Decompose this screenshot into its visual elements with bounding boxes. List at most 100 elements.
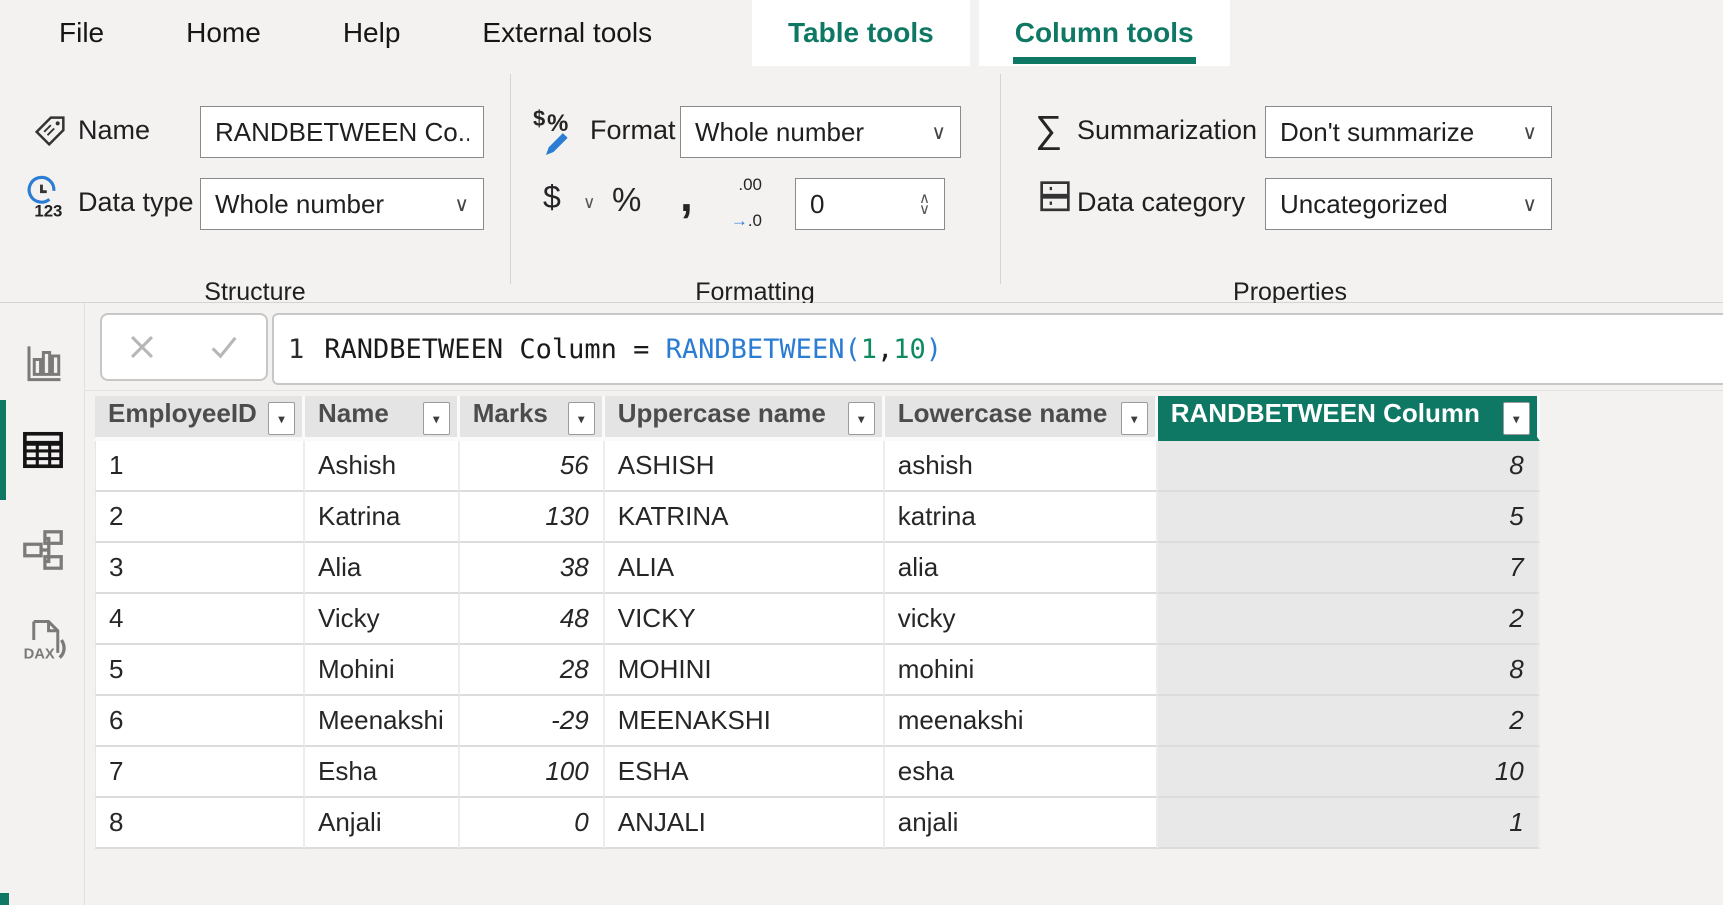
spinner-down-icon[interactable]: ∨: [919, 204, 930, 215]
format-select[interactable]: Whole number ∨: [680, 106, 961, 158]
cell-lowercase-name[interactable]: ashish: [885, 441, 1158, 492]
cell-lowercase-name[interactable]: katrina: [885, 492, 1158, 543]
cell-marks[interactable]: -29: [460, 696, 605, 747]
formula-segment: ,: [877, 334, 893, 365]
column-header-marks[interactable]: Marks ▾: [460, 396, 605, 441]
cell-marks[interactable]: 28: [460, 645, 605, 696]
data-type-value: Whole number: [215, 189, 384, 220]
cell-lowercase-name[interactable]: esha: [885, 747, 1158, 798]
format-icon: $ %: [533, 112, 579, 160]
cell-lowercase-name[interactable]: anjali: [885, 798, 1158, 849]
chevron-down-icon: ∨: [446, 192, 469, 217]
cell-marks[interactable]: 38: [460, 543, 605, 594]
cell-uppercase-name[interactable]: MOHINI: [605, 645, 885, 696]
formula-input[interactable]: 1 RANDBETWEEN Column = RANDBETWEEN(1,10): [272, 313, 1723, 385]
chevron-down-icon: ∨: [1514, 120, 1537, 145]
data-category-icon: [1035, 176, 1075, 216]
data-view-button[interactable]: [0, 400, 85, 500]
cell-uppercase-name[interactable]: ASHISH: [605, 441, 885, 492]
cell-uppercase-name[interactable]: MEENAKSHI: [605, 696, 885, 747]
cell-employeeid[interactable]: 5: [95, 645, 305, 696]
cell-uppercase-name[interactable]: ESHA: [605, 747, 885, 798]
name-label: Name: [78, 115, 150, 146]
column-header-employeeid[interactable]: EmployeeID▾: [95, 396, 305, 441]
cell-uppercase-name[interactable]: ANJALI: [605, 798, 885, 849]
cancel-formula-icon[interactable]: [125, 330, 159, 364]
column-name-input[interactable]: [200, 106, 484, 158]
table-row: 4Vicky48VICKYvicky2: [95, 594, 1540, 645]
column-header-randbetween-column[interactable]: RANDBETWEEN Column▾: [1158, 396, 1540, 441]
cell-name[interactable]: Katrina: [305, 492, 460, 543]
cell-name[interactable]: Mohini: [305, 645, 460, 696]
cell-randbetween-column[interactable]: 10: [1158, 747, 1540, 798]
data-category-select[interactable]: Uncategorized ∨: [1265, 178, 1552, 230]
cell-randbetween-column[interactable]: 8: [1158, 645, 1540, 696]
column-header-label: Marks: [473, 398, 548, 429]
cell-marks[interactable]: 56: [460, 441, 605, 492]
cell-randbetween-column[interactable]: 8: [1158, 441, 1540, 492]
commit-formula-icon[interactable]: [205, 330, 243, 364]
cell-name[interactable]: Anjali: [305, 798, 460, 849]
menu-item-home[interactable]: Home: [145, 17, 302, 49]
cell-randbetween-column[interactable]: 7: [1158, 543, 1540, 594]
cell-employeeid[interactable]: 6: [95, 696, 305, 747]
cell-marks[interactable]: 0: [460, 798, 605, 849]
cell-employeeid[interactable]: 4: [95, 594, 305, 645]
cell-uppercase-name[interactable]: KATRINA: [605, 492, 885, 543]
cell-marks[interactable]: 48: [460, 594, 605, 645]
cell-lowercase-name[interactable]: alia: [885, 543, 1158, 594]
cell-employeeid[interactable]: 1: [95, 441, 305, 492]
decimal-places-icon[interactable]: .00 →.0: [712, 179, 764, 229]
ribbon-divider: [510, 74, 511, 284]
chevron-down-icon: ∨: [1514, 192, 1537, 217]
cell-randbetween-column[interactable]: 2: [1158, 594, 1540, 645]
ribbon: Name 123 Data type Whole number ∨ Struct…: [0, 66, 1723, 303]
column-name-value[interactable]: [215, 117, 469, 148]
cell-randbetween-column[interactable]: 1: [1158, 798, 1540, 849]
decimal-places-spinner[interactable]: 0 ∧ ∨: [795, 178, 945, 230]
cell-employeeid[interactable]: 2: [95, 492, 305, 543]
menu-item-help[interactable]: Help: [302, 17, 442, 49]
cell-employeeid[interactable]: 7: [95, 747, 305, 798]
cell-name[interactable]: Alia: [305, 543, 460, 594]
cell-marks[interactable]: 100: [460, 747, 605, 798]
cell-name[interactable]: Meenakshi: [305, 696, 460, 747]
cell-lowercase-name[interactable]: mohini: [885, 645, 1158, 696]
cell-lowercase-name[interactable]: vicky: [885, 594, 1158, 645]
menu-item-file[interactable]: File: [18, 17, 145, 49]
model-view-button[interactable]: [0, 500, 85, 600]
cell-employeeid[interactable]: 8: [95, 798, 305, 849]
column-filter-dropdown[interactable]: ▾: [423, 402, 450, 435]
column-filter-dropdown[interactable]: ▾: [848, 402, 875, 435]
column-filter-dropdown[interactable]: ▾: [268, 402, 295, 435]
tab-table-tools[interactable]: Table tools: [752, 0, 970, 66]
cell-randbetween-column[interactable]: 2: [1158, 696, 1540, 747]
cell-name[interactable]: Ashish: [305, 441, 460, 492]
currency-dropdown-chevron[interactable]: ∨: [583, 193, 595, 213]
tab-column-tools[interactable]: Column tools: [979, 0, 1230, 66]
cell-name[interactable]: Esha: [305, 747, 460, 798]
dax-query-view-button[interactable]: DAX: [0, 590, 85, 690]
summarization-select[interactable]: Don't summarize ∨: [1265, 106, 1552, 158]
column-filter-dropdown[interactable]: ▾: [1503, 402, 1530, 435]
column-header-lowercase-name[interactable]: Lowercase name▾: [885, 396, 1158, 441]
cell-uppercase-name[interactable]: ALIA: [605, 543, 885, 594]
thousands-separator-button[interactable]: ,: [680, 168, 693, 222]
column-filter-dropdown[interactable]: ▾: [1121, 402, 1148, 435]
column-header-name[interactable]: Name▾: [305, 396, 460, 441]
column-header-uppercase-name[interactable]: Uppercase name▾: [605, 396, 885, 441]
cell-lowercase-name[interactable]: meenakshi: [885, 696, 1158, 747]
cell-name[interactable]: Vicky: [305, 594, 460, 645]
data-type-select[interactable]: Whole number ∨: [200, 178, 484, 230]
menu-item-external-tools[interactable]: External tools: [441, 17, 693, 49]
percent-format-button[interactable]: %: [612, 181, 641, 219]
cell-uppercase-name[interactable]: VICKY: [605, 594, 885, 645]
cell-employeeid[interactable]: 3: [95, 543, 305, 594]
currency-format-button[interactable]: $: [543, 179, 561, 216]
report-view-button[interactable]: [0, 313, 85, 413]
menu-main: FileHomeHelpExternal tools: [0, 0, 693, 66]
cell-marks[interactable]: 130: [460, 492, 605, 543]
cell-randbetween-column[interactable]: 5: [1158, 492, 1540, 543]
pencil-icon: [539, 130, 573, 160]
column-filter-dropdown[interactable]: ▾: [568, 402, 595, 435]
